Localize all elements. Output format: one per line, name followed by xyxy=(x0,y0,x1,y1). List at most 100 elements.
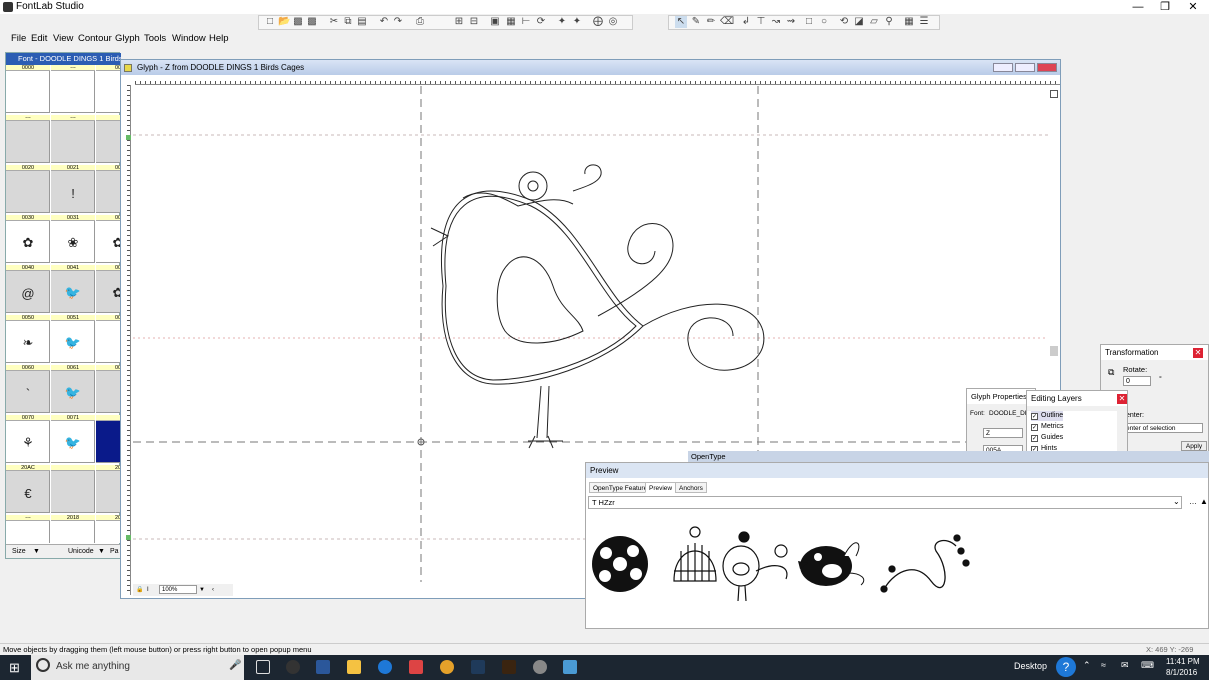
glyph-cell[interactable]: 0051 🐦 xyxy=(51,315,95,363)
glyph-cell[interactable]: 00 xyxy=(96,315,121,363)
layer-row[interactable]: ✓ Guides xyxy=(1031,433,1063,443)
knife-icon[interactable]: ↲ xyxy=(740,16,752,28)
glyph-cell[interactable]: 0000 xyxy=(6,65,50,113)
transform-icon[interactable]: ▣ xyxy=(489,16,501,28)
menu-edit[interactable]: Edit xyxy=(31,33,47,44)
kerning-icon[interactable]: ⊟ xyxy=(468,16,480,28)
glyph-cell[interactable]: 20 xyxy=(96,465,121,513)
layer-checkbox[interactable]: ✓ xyxy=(1031,423,1038,431)
layer-checkbox[interactable]: ✓ xyxy=(1031,434,1038,442)
chevron-down-icon[interactable]: ⌄ xyxy=(1173,497,1180,506)
copy-icon[interactable]: ⧉ xyxy=(342,16,354,28)
glyph-cell[interactable]: 00 ✿ xyxy=(96,215,121,263)
menu-tools[interactable]: Tools xyxy=(144,33,166,44)
close-icon[interactable]: ✕ xyxy=(1193,348,1203,358)
glyph-cell[interactable] xyxy=(96,115,121,163)
minimize-icon[interactable] xyxy=(993,63,1013,72)
glyph-name-input[interactable]: Z xyxy=(983,428,1023,438)
layer-checkbox[interactable]: ✓ xyxy=(1031,412,1038,420)
word-icon[interactable] xyxy=(316,660,330,674)
cut-icon[interactable]: ✂ xyxy=(328,16,340,28)
bezier-icon[interactable]: ⇝ xyxy=(785,16,797,28)
zoom-field[interactable]: 100% xyxy=(159,585,197,594)
guide-marker[interactable] xyxy=(126,535,131,540)
handles-icon[interactable]: ✦ xyxy=(571,16,583,28)
glyph-cell[interactable] xyxy=(51,465,95,513)
nodes-icon[interactable]: ✦ xyxy=(556,16,568,28)
glyph-cell[interactable]: 0031 ❀ xyxy=(51,215,95,263)
restore-icon[interactable] xyxy=(1015,63,1035,72)
tab-preview[interactable]: Preview xyxy=(645,482,677,493)
mail-icon[interactable] xyxy=(409,660,423,674)
chrome-icon[interactable] xyxy=(440,660,454,674)
desktop-label[interactable]: Desktop xyxy=(1014,661,1047,671)
open-icon[interactable]: 📂 xyxy=(278,16,290,28)
close-icon[interactable]: ✕ xyxy=(1117,394,1127,404)
clock-time[interactable]: 11:41 PM xyxy=(1166,657,1200,666)
rectangle-icon[interactable]: □ xyxy=(803,16,815,28)
glyph-cell[interactable]: 00 xyxy=(96,165,121,213)
glyph-cell[interactable]: 00 xyxy=(96,365,121,413)
glyph-cell[interactable]: 00 ✿ xyxy=(96,265,121,313)
apply-button[interactable]: Apply xyxy=(1181,441,1207,451)
glyph-cell[interactable] xyxy=(96,415,121,463)
eraser-icon[interactable]: ⌫ xyxy=(720,16,734,28)
measure-icon[interactable]: ⊤ xyxy=(755,16,767,28)
glyph-cell[interactable]: 0030 ✿ xyxy=(6,215,50,263)
size-selector[interactable]: Size xyxy=(12,545,26,559)
panel-toggle-icon[interactable] xyxy=(1050,90,1058,98)
tab-anchors[interactable]: Anchors xyxy=(675,482,707,493)
photoshop-icon[interactable] xyxy=(471,660,485,674)
help-icon[interactable]: ? xyxy=(1056,657,1076,677)
scale-tool-icon[interactable]: ◪ xyxy=(853,16,865,28)
options-icon[interactable]: ☰ xyxy=(918,16,930,28)
new-icon[interactable]: □ xyxy=(264,16,276,28)
scale-icon[interactable]: ▦ xyxy=(505,16,517,28)
chevron-down-icon[interactable]: ▼ xyxy=(199,584,205,596)
rotate-tool-icon[interactable]: ⟲ xyxy=(838,16,850,28)
scrollbar-thumb[interactable] xyxy=(1050,346,1058,356)
menu-help[interactable]: Help xyxy=(209,33,229,44)
restore-icon[interactable]: ❐ xyxy=(1151,0,1179,14)
wifi-icon[interactable]: ≈ xyxy=(1101,660,1106,670)
close-icon[interactable] xyxy=(1037,63,1057,72)
pa-selector[interactable]: Pa xyxy=(110,545,119,559)
menu-contour[interactable]: Contour xyxy=(78,33,112,44)
pin-icon[interactable]: ▲ xyxy=(1200,497,1208,506)
glyph-cell[interactable]: 0021! xyxy=(51,165,95,213)
microphone-icon[interactable]: 🎤 xyxy=(229,660,241,671)
layer-row[interactable]: ✓ Metrics xyxy=(1031,422,1064,432)
paste-icon[interactable]: ▤ xyxy=(356,16,368,28)
crosshair-icon[interactable]: ⨁ xyxy=(592,16,604,28)
horizontal-ruler[interactable] xyxy=(135,75,1060,85)
menu-glyph[interactable]: Glyph xyxy=(115,33,140,44)
keyboard-icon[interactable]: ⌨ xyxy=(1141,660,1154,671)
grid-icon[interactable]: ▦ xyxy=(903,16,915,28)
vertical-ruler[interactable] xyxy=(121,85,131,595)
glyph-cell[interactable]: 20 xyxy=(96,515,121,543)
minimize-icon[interactable]: — xyxy=(1124,0,1152,14)
layer-row[interactable]: ✓ Outline xyxy=(1031,411,1064,421)
glyph-cell[interactable]: --- xyxy=(6,515,50,543)
glyph-cell[interactable]: 0020 xyxy=(6,165,50,213)
chevron-up-icon[interactable]: ⌃ xyxy=(1083,660,1091,671)
menu-window[interactable]: Window xyxy=(172,33,206,44)
font-window-title[interactable]: Font - DOODLE DINGS 1 Birds xyxy=(6,53,121,65)
pen-icon[interactable]: ✎ xyxy=(690,16,702,28)
glyph-cell[interactable]: 0040 @ xyxy=(6,265,50,313)
glyph-cell[interactable]: --- xyxy=(51,65,95,113)
glyph-cell[interactable]: --- xyxy=(51,115,95,163)
glyph-cell[interactable]: 0071 🐦 xyxy=(51,415,95,463)
task-view-icon[interactable] xyxy=(256,660,270,674)
glyph-cell[interactable]: 0060 ` xyxy=(6,365,50,413)
edge-icon[interactable] xyxy=(378,660,392,674)
close-icon[interactable]: ✕ xyxy=(1179,0,1207,14)
zoom-tool-icon[interactable]: ⚲ xyxy=(883,16,895,28)
windows-start-icon[interactable]: ⊞ xyxy=(9,660,20,676)
chevron-down-icon[interactable]: ▼ xyxy=(98,545,105,559)
glyph-window-title[interactable]: Glyph - Z from DOODLE DINGS 1 Birds Cage… xyxy=(121,60,1060,75)
guide-marker[interactable] xyxy=(126,135,131,140)
fontlab-icon[interactable] xyxy=(563,660,577,674)
glyph-cell[interactable]: 0070 ⚘ xyxy=(6,415,50,463)
notification-icon[interactable]: ✉ xyxy=(1121,660,1129,671)
